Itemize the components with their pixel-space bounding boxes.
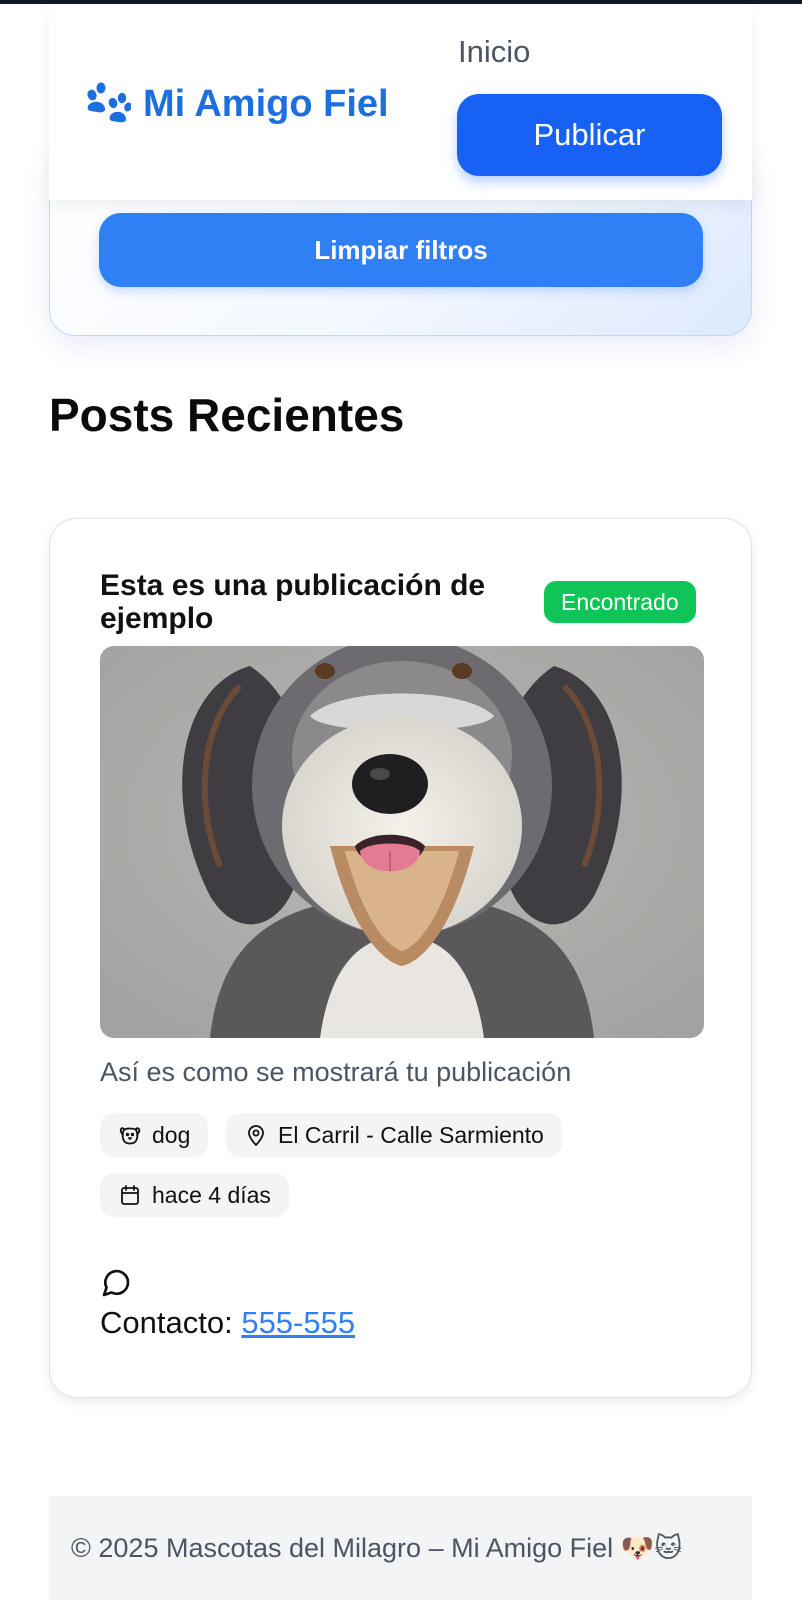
- post-image[interactable]: [100, 646, 704, 1038]
- map-pin-icon: [248, 1125, 264, 1146]
- post-card: Esta es una publicación de ejemplo Encon…: [49, 518, 752, 1398]
- paw-icon: [87, 82, 131, 123]
- site-header: Mi Amigo Fiel Inicio Publicar: [49, 4, 752, 200]
- contact-label: Contacto:: [100, 1305, 233, 1340]
- dog-face-icon: [119, 1127, 141, 1145]
- dog-photo: [100, 646, 704, 1038]
- pet-type-chip: dog: [100, 1113, 209, 1157]
- calendar-icon: [121, 1185, 139, 1205]
- site-footer: © 2025 Mascotas del Milagro – Mi Amigo F…: [49, 1496, 752, 1600]
- section-title: Posts Recientes: [49, 389, 405, 441]
- date-chip: hace 4 días: [100, 1173, 289, 1217]
- contact-line: Contacto: 555-555: [100, 1305, 355, 1341]
- location-chip: El Carril - Calle Sarmiento: [226, 1113, 562, 1157]
- brand-logo[interactable]: Mi Amigo Fiel: [83, 76, 389, 132]
- nav-inicio-link[interactable]: Inicio: [458, 34, 530, 70]
- footer-text: © 2025 Mascotas del Milagro – Mi Amigo F…: [71, 1533, 683, 1563]
- brand-name: Mi Amigo Fiel: [143, 82, 389, 125]
- status-badge: Encontrado: [544, 581, 696, 623]
- pet-type-label: dog: [152, 1121, 191, 1148]
- publish-button[interactable]: Publicar: [457, 94, 722, 176]
- post-title: Esta es una publicación de ejemplo: [100, 569, 486, 635]
- post-description: Así es como se mostrará tu publicación: [100, 1057, 572, 1087]
- date-label: hace 4 días: [152, 1181, 271, 1208]
- contact-phone-link[interactable]: 555-555: [241, 1305, 355, 1340]
- location-label: El Carril - Calle Sarmiento: [278, 1121, 544, 1148]
- clear-filters-button[interactable]: Limpiar filtros: [99, 213, 703, 287]
- chat-bubble-icon: [102, 1269, 130, 1297]
